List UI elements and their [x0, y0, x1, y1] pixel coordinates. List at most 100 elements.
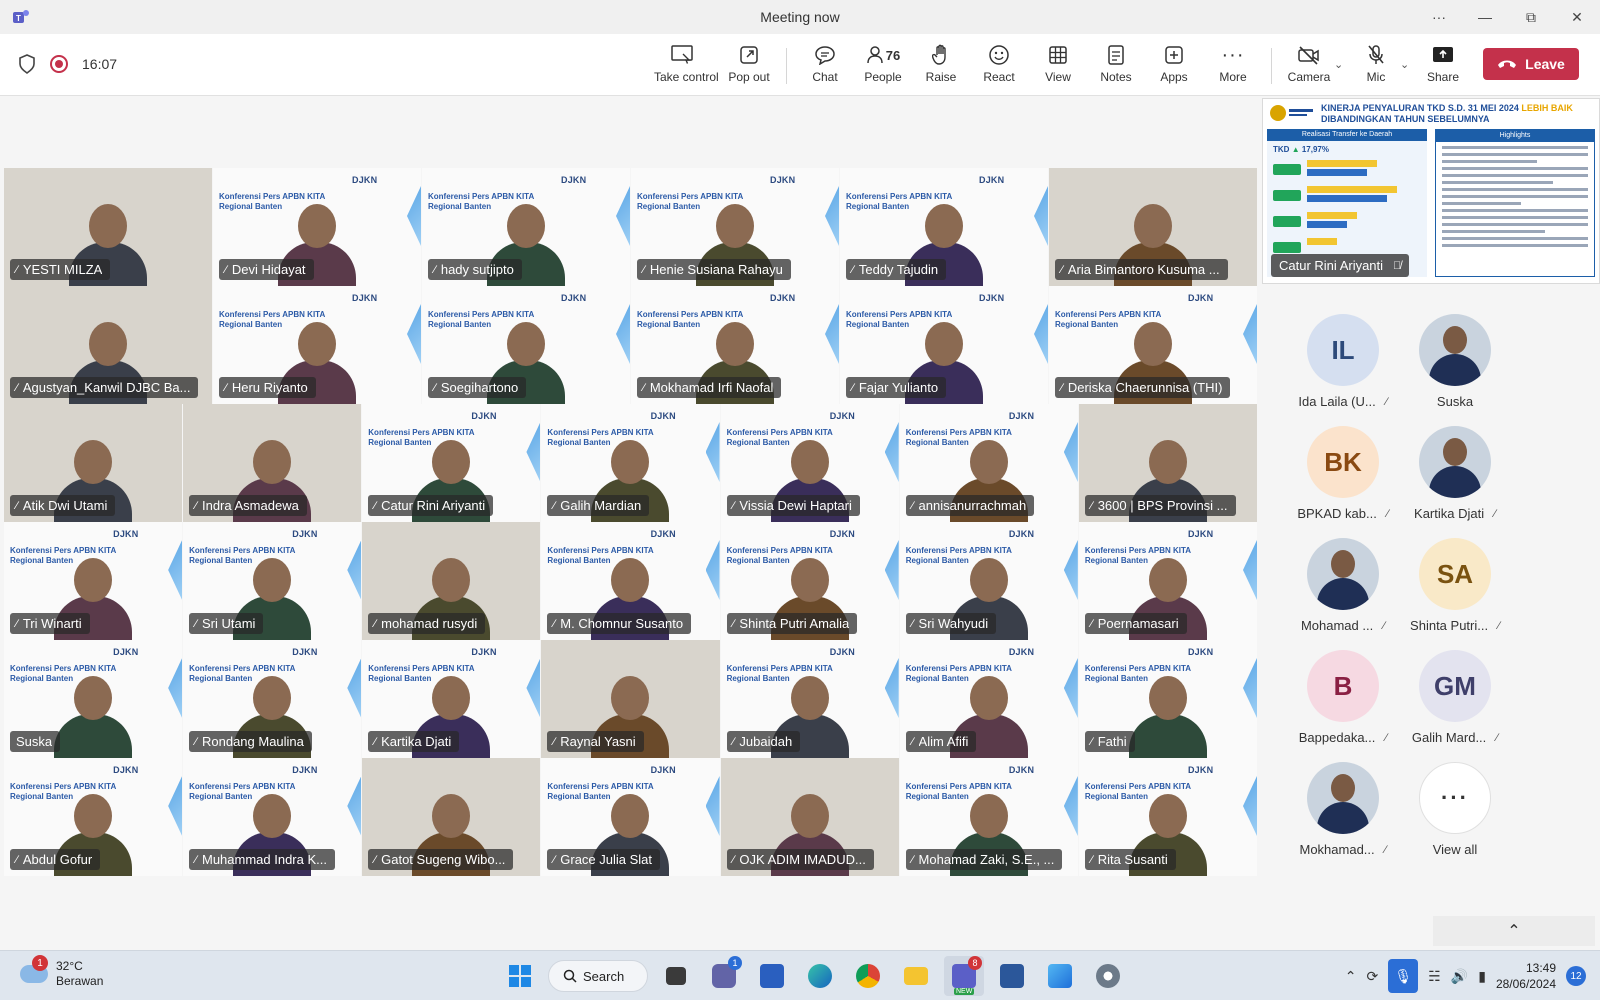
volume-icon[interactable]: 🔊 [1451, 968, 1468, 985]
react-button[interactable]: React [971, 42, 1027, 84]
side-participant[interactable]: BK BPKAD kab... ∕ [1278, 426, 1408, 521]
side-participant[interactable]: GM Galih Mard... ∕ [1390, 650, 1520, 745]
participant-video-tile[interactable]: DJKN Konferensi Pers APBN KITA Regional Ba… [183, 640, 362, 758]
participant-video-tile[interactable]: DJKN Konferensi Pers APBN KITA Regional Ba… [213, 286, 421, 404]
participant-video-tile[interactable]: DJKN Konferensi Pers APBN KITA Regional Ba… [1049, 286, 1257, 404]
side-participant[interactable]: SA Shinta Putri... ∕ [1390, 538, 1520, 633]
mic-muted-icon: ∕ [1090, 617, 1093, 630]
participant-video-tile[interactable]: ∕ Atik Dwi Utami [4, 404, 183, 522]
mic-in-use-icon[interactable]: 🎙 [1388, 959, 1419, 993]
participant-video-tile[interactable]: DJKN Konferensi Pers APBN KITA Regional Ba… [362, 640, 541, 758]
participant-video-tile[interactable]: DJKN Konferensi Pers APBN KITA Regional Ba… [541, 522, 720, 640]
chat-button[interactable]: Chat [797, 42, 853, 84]
participant-video-tile[interactable]: ∕ OJK ADIM IMADUD... [720, 758, 899, 876]
more-dots-icon: ··· [1419, 762, 1491, 834]
participant-video-tile[interactable]: DJKN Konferensi Pers APBN KITA Regional Ba… [213, 168, 421, 286]
settings-button[interactable] [1088, 956, 1128, 996]
participant-video-tile[interactable]: DJKN Konferensi Pers APBN KITA Regional Ba… [1078, 522, 1257, 640]
side-participant[interactable]: Mokhamad... ∕ [1278, 762, 1408, 857]
side-participant[interactable]: Kartika Djati ∕ [1390, 426, 1520, 521]
participant-video-tile[interactable]: DJKN Konferensi Pers APBN KITA Regional Ba… [720, 640, 899, 758]
participant-video-tile[interactable]: DJKN Konferensi Pers APBN KITA Regional Ba… [4, 522, 183, 640]
shield-icon[interactable] [18, 54, 36, 74]
participant-video-tile[interactable]: DJKN Konferensi Pers APBN KITA Regional Ba… [183, 522, 362, 640]
more-options-button[interactable]: ··· [1416, 0, 1462, 34]
participant-video-tile[interactable]: DJKN Konferensi Pers APBN KITA Regional Ba… [541, 758, 720, 876]
view-button[interactable]: View [1030, 42, 1086, 84]
participant-video-tile[interactable]: ∕ mohamad rusydi [362, 522, 541, 640]
participant-video-tile[interactable]: ∕ Gatot Sugeng Wibo... [362, 758, 541, 876]
wifi-icon[interactable]: ☵ [1428, 968, 1441, 985]
file-explorer-button[interactable] [896, 956, 936, 996]
participant-video-tile[interactable]: DJKN Konferensi Pers APBN KITA Regional Ba… [362, 404, 541, 522]
participant-name: Gatot Sugeng Wibo... [381, 852, 506, 867]
participant-video-tile[interactable]: DJKN Konferensi Pers APBN KITA Regional Ba… [840, 168, 1048, 286]
chat-app-button[interactable]: 1 [704, 956, 744, 996]
share-button[interactable]: Share [1415, 42, 1471, 84]
teams-button[interactable]: 8 NEW [944, 956, 984, 996]
participant-video-tile[interactable]: DJKN Konferensi Pers APBN KITA Regional Ba… [4, 640, 183, 758]
camera-options-chevron-icon[interactable]: ⌄ [1334, 58, 1343, 71]
participant-video-tile[interactable]: DJKN Konferensi Pers APBN KITA Regional Ba… [541, 404, 720, 522]
weather-widget[interactable]: 1 32°C Berawan [20, 955, 103, 989]
edge-button[interactable] [800, 956, 840, 996]
word-button[interactable] [992, 956, 1032, 996]
chevron-up-icon[interactable]: ⌃ [1345, 968, 1357, 985]
take-control-button[interactable]: Take control [654, 42, 719, 84]
camera-button[interactable]: Camera [1281, 42, 1337, 84]
mic-button[interactable]: Mic [1348, 42, 1404, 84]
window-title: Meeting now [760, 9, 840, 25]
slide-decoration [168, 776, 183, 836]
battery-icon[interactable]: ▮ [1478, 968, 1486, 985]
participant-video-tile[interactable]: DJKN Konferensi Pers APBN KITA Regional Ba… [422, 168, 630, 286]
leave-button[interactable]: Leave [1483, 48, 1579, 80]
participant-video-tile[interactable]: DJKN Konferensi Pers APBN KITA Regional Ba… [720, 522, 899, 640]
participant-video-tile[interactable]: ∕ YESTI MILZA [4, 168, 212, 286]
side-participant[interactable]: IL Ida Laila (U... ∕ [1278, 314, 1408, 409]
side-participant[interactable]: Mohamad ... ∕ [1278, 538, 1408, 633]
raise-hand-button[interactable]: Raise [913, 42, 969, 84]
system-clock[interactable]: 13:49 28/06/2024 [1496, 960, 1556, 992]
participant-video-tile[interactable]: DJKN Konferensi Pers APBN KITA Regional Ba… [899, 404, 1078, 522]
participant-video-tile[interactable]: DJKN Konferensi Pers APBN KITA Regional Ba… [899, 640, 1078, 758]
start-button[interactable] [500, 956, 540, 996]
pop-out-button[interactable]: Pop out [721, 42, 777, 84]
close-button[interactable]: ✕ [1554, 0, 1600, 34]
sync-icon[interactable]: ⟳ [1366, 968, 1378, 985]
participant-video-tile[interactable]: DJKN Konferensi Pers APBN KITA Regional Ba… [720, 404, 899, 522]
notification-count[interactable]: 12 [1566, 966, 1586, 986]
people-button[interactable]: 76 People [855, 42, 911, 84]
participant-video-tile[interactable]: DJKN Konferensi Pers APBN KITA Regional Ba… [840, 286, 1048, 404]
shared-screen[interactable]: KINERJA PENYALURAN TKD S.D. 31 MEI 2024 … [1262, 98, 1600, 284]
participant-video-tile[interactable]: DJKN Konferensi Pers APBN KITA Regional Ba… [422, 286, 630, 404]
participant-video-tile[interactable]: DJKN Konferensi Pers APBN KITA Regional Ba… [631, 286, 839, 404]
view-all-button[interactable]: ··· View all [1390, 762, 1520, 857]
collapse-chevron-up-icon[interactable]: ⌃ [1433, 916, 1595, 946]
side-participant[interactable]: B Bappedaka... ∕ [1278, 650, 1408, 745]
participant-video-tile[interactable]: DJKN Konferensi Pers APBN KITA Regional Ba… [899, 758, 1078, 876]
participant-video-tile[interactable]: DJKN Konferensi Pers APBN KITA Regional Ba… [183, 758, 362, 876]
side-participant[interactable]: Suska [1390, 314, 1520, 409]
apps-button[interactable]: Apps [1146, 42, 1202, 84]
participant-video-tile[interactable]: ∕ Aria Bimantoro Kusuma ... [1049, 168, 1257, 286]
notes-button[interactable]: Notes [1088, 42, 1144, 84]
participant-video-tile[interactable]: DJKN Konferensi Pers APBN KITA Regional Ba… [899, 522, 1078, 640]
participant-video-tile[interactable]: DJKN Konferensi Pers APBN KITA Regional Ba… [1078, 758, 1257, 876]
participant-video-tile[interactable]: ∕ Agustyan_Kanwil DJBC Ba... [4, 286, 212, 404]
chrome-button[interactable] [848, 956, 888, 996]
category-tag [1273, 216, 1301, 227]
minimize-button[interactable]: — [1462, 0, 1508, 34]
participant-video-tile[interactable]: DJKN Konferensi Pers APBN KITA Regional Ba… [4, 758, 183, 876]
maximize-button[interactable]: ⧉ [1508, 0, 1554, 34]
participant-video-tile[interactable]: DJKN Konferensi Pers APBN KITA Regional Ba… [631, 168, 839, 286]
participant-video-tile[interactable]: ∕ Indra Asmadewa [183, 404, 362, 522]
participant-video-tile[interactable]: ∕ Raynal Yasni [541, 640, 720, 758]
participant-video-tile[interactable]: ∕ 3600 | BPS Provinsi ... [1078, 404, 1257, 522]
mic-options-chevron-icon[interactable]: ⌄ [1400, 58, 1409, 71]
photos-button[interactable] [1040, 956, 1080, 996]
task-view-button[interactable] [656, 956, 696, 996]
taskbar-search[interactable]: Search [548, 960, 648, 992]
participant-video-tile[interactable]: DJKN Konferensi Pers APBN KITA Regional Ba… [1078, 640, 1257, 758]
more-actions-button[interactable]: ··· More [1205, 42, 1261, 85]
store-button[interactable] [752, 956, 792, 996]
